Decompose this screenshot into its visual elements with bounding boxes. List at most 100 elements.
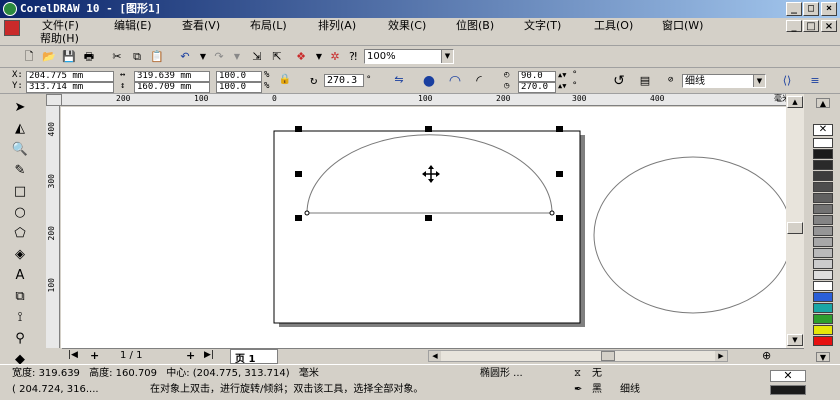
page-tab[interactable]: 页 1	[230, 349, 278, 365]
scale-y-field[interactable]: 100.0	[216, 82, 262, 93]
first-page-icon[interactable]: |◀	[68, 350, 78, 360]
paste-icon[interactable]: 📋	[148, 49, 166, 65]
palette-swatch[interactable]	[813, 281, 833, 291]
ruler-origin[interactable]	[46, 94, 62, 106]
full-ellipse-shape[interactable]	[593, 156, 793, 314]
drawing-canvas[interactable]	[61, 107, 804, 348]
palette-swatch[interactable]	[813, 204, 833, 214]
palette-swatch[interactable]	[813, 149, 833, 159]
scroll-thumb[interactable]	[787, 222, 803, 234]
pick-tool-icon[interactable]: ➤	[10, 98, 30, 118]
arc-start-node[interactable]	[304, 210, 310, 216]
start-angle-field[interactable]: 90.0	[518, 71, 556, 82]
convert-to-curves-icon[interactable]: ⟨⟩	[778, 73, 796, 89]
document-icon[interactable]	[4, 20, 20, 36]
selection-handle-tr[interactable]	[556, 126, 563, 132]
palette-scroll-down-icon[interactable]: ▼	[816, 352, 830, 362]
scroll-left-icon[interactable]: ◀	[429, 351, 441, 361]
rectangle-tool-icon[interactable]: □	[10, 182, 30, 202]
minimize-button[interactable]: _	[786, 2, 802, 16]
height-field[interactable]: 160.709 mm	[134, 82, 210, 93]
palette-swatch[interactable]	[813, 193, 833, 203]
text-tool-icon[interactable]: A	[10, 266, 30, 286]
palette-swatch[interactable]	[813, 314, 833, 324]
last-page-icon[interactable]: ▶|	[204, 350, 214, 360]
selection-handle-tc[interactable]	[425, 126, 432, 132]
menu-view[interactable]: 查看(V)	[182, 19, 220, 33]
menu-file[interactable]: 文件(F)	[42, 19, 79, 33]
save-icon[interactable]: 💾	[60, 49, 78, 65]
outline-tool-icon[interactable]: ⚲	[10, 329, 30, 349]
doc-close-button[interactable]: ×	[821, 20, 837, 32]
add-page-before-icon[interactable]: +	[90, 349, 99, 362]
doc-minimize-button[interactable]: _	[786, 20, 802, 32]
fill-color-indicator[interactable]: ✕	[770, 370, 806, 382]
scroll-up-icon[interactable]: ▲	[787, 96, 803, 108]
property-options-icon[interactable]: ≡	[806, 73, 824, 89]
basic-shapes-tool-icon[interactable]: ◈	[10, 245, 30, 265]
ellipse-mode-icon[interactable]: ●	[420, 73, 438, 89]
y-position-field[interactable]: 313.714 mm	[26, 82, 114, 93]
selection-handle-br[interactable]	[556, 215, 563, 221]
selection-handle-tl[interactable]	[295, 126, 302, 132]
outline-color-indicator[interactable]	[770, 385, 806, 395]
selection-handle-bc[interactable]	[425, 215, 432, 221]
palette-swatch[interactable]	[813, 171, 833, 181]
direction-icon[interactable]: ↺	[610, 73, 628, 89]
palette-swatch[interactable]	[813, 237, 833, 247]
start-angle-spinner[interactable]: ▲▼	[558, 70, 566, 81]
palette-swatch[interactable]	[813, 160, 833, 170]
copy-icon[interactable]: ⧉	[128, 49, 146, 65]
menu-help[interactable]: 帮助(H)	[40, 32, 79, 46]
freehand-tool-icon[interactable]: ✎	[10, 161, 30, 181]
outline-dropdown-icon[interactable]: ▼	[753, 75, 765, 87]
doc-restore-button[interactable]: □	[803, 20, 819, 32]
selection-handle-mr[interactable]	[556, 171, 563, 177]
palette-swatch[interactable]	[813, 336, 833, 346]
coreldraw-app-icon[interactable]	[3, 2, 17, 16]
ellipse-tool-icon[interactable]: ○	[10, 203, 30, 223]
redo-dropdown-icon[interactable]: ▼	[228, 49, 246, 65]
import-icon[interactable]: ⇲	[248, 49, 266, 65]
palette-swatch[interactable]	[813, 226, 833, 236]
application-launcher-icon[interactable]: ❖	[292, 49, 310, 65]
no-color-swatch-icon[interactable]: ✕	[813, 124, 833, 136]
wrap-text-icon[interactable]: ▤	[636, 73, 654, 89]
x-position-field[interactable]: 204.775 mm	[26, 71, 114, 82]
close-button[interactable]: ×	[821, 2, 837, 16]
selection-handle-ml[interactable]	[295, 171, 302, 177]
cut-icon[interactable]: ✂	[108, 49, 126, 65]
drawing-surface[interactable]	[61, 107, 804, 348]
interactive-tool-icon[interactable]: ⧉	[10, 287, 30, 307]
end-angle-spinner[interactable]: ▲▼	[558, 81, 566, 92]
palette-scroll-up-icon[interactable]: ▲	[816, 98, 830, 108]
export-icon[interactable]: ⇱	[268, 49, 286, 65]
menu-effects[interactable]: 效果(C)	[388, 19, 426, 33]
palette-swatch[interactable]	[813, 138, 833, 148]
menu-arrange[interactable]: 排列(A)	[318, 19, 356, 33]
menu-edit[interactable]: 编辑(E)	[114, 19, 152, 33]
menu-window[interactable]: 窗口(W)	[662, 19, 703, 33]
lock-ratio-icon[interactable]: 🔒	[276, 72, 294, 88]
open-folder-icon[interactable]: 📂	[40, 49, 58, 65]
undo-icon[interactable]: ↶	[176, 49, 194, 65]
horizontal-scrollbar[interactable]: ◀ ▶	[428, 350, 728, 362]
zoom-dropdown-icon[interactable]: ▼	[441, 50, 453, 63]
arc-end-node[interactable]	[549, 210, 555, 216]
palette-swatch[interactable]	[813, 215, 833, 225]
zoom-level-combo[interactable]: 100% ▼	[364, 49, 454, 64]
width-field[interactable]: 319.639 mm	[134, 71, 210, 82]
palette-swatch[interactable]	[813, 270, 833, 280]
arc-mode-icon[interactable]: ◜	[470, 73, 488, 89]
palette-swatch[interactable]	[813, 248, 833, 258]
polygon-tool-icon[interactable]: ⬠	[10, 224, 30, 244]
menu-layout[interactable]: 布局(L)	[250, 19, 287, 33]
palette-swatch[interactable]	[813, 303, 833, 313]
end-angle-field[interactable]: 270.0	[518, 82, 556, 93]
rotation-field[interactable]: 270.3	[324, 74, 364, 87]
shape-tool-icon[interactable]: ◭	[10, 119, 30, 139]
selection-handle-bl[interactable]	[295, 215, 302, 221]
pie-mode-icon[interactable]: ◠	[446, 73, 464, 89]
maximize-button[interactable]: □	[803, 2, 819, 16]
print-icon[interactable]: 🖶	[80, 49, 98, 65]
